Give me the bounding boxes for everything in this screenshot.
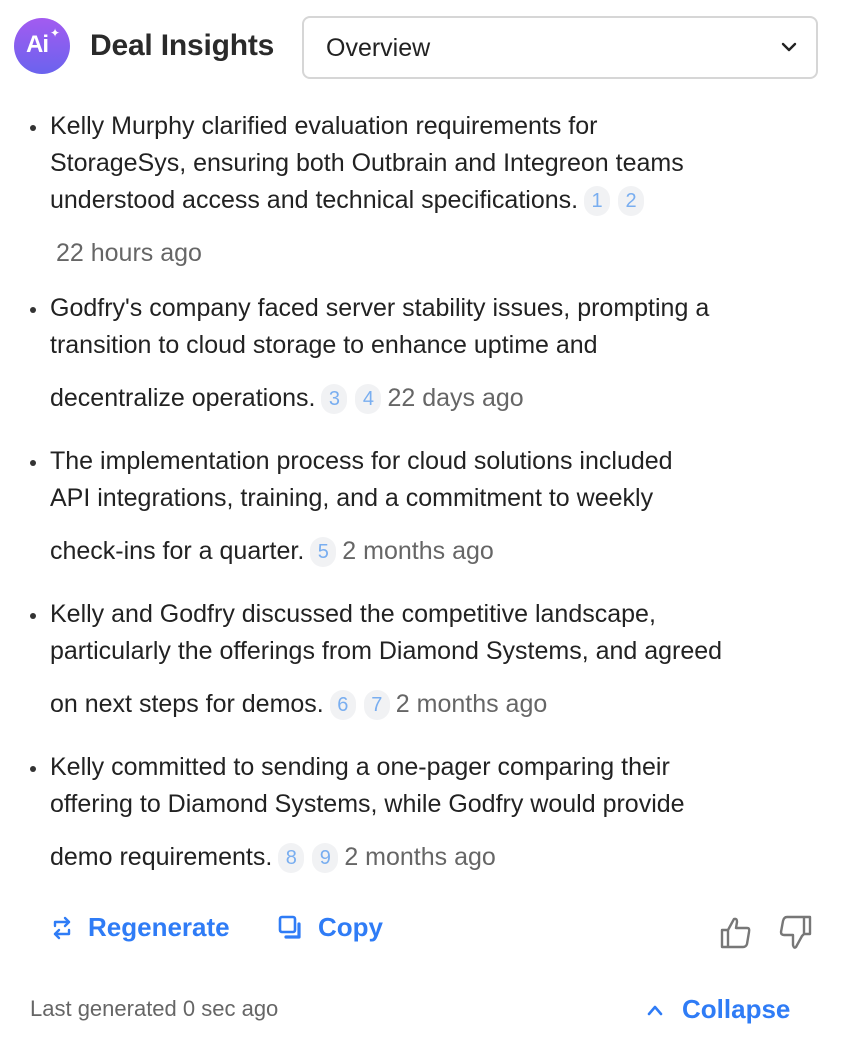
copy-label: Copy: [318, 912, 383, 942]
thumbs-down-icon[interactable]: [778, 914, 814, 950]
insight-timestamp: 2 months ago: [342, 537, 494, 565]
collapse-label: Collapse: [682, 994, 791, 1024]
citation-badge[interactable]: 9: [312, 843, 339, 873]
sparkle-icon: ✦: [50, 26, 61, 40]
chevron-down-icon: [781, 42, 797, 52]
insight-timestamp: 22 hours ago: [56, 239, 202, 267]
chevron-up-icon: [647, 1005, 663, 1015]
regenerate-label: Regenerate: [88, 912, 230, 942]
header: Ai ✦ Deal Insights Overview: [14, 16, 818, 80]
citation-badge[interactable]: 8: [278, 843, 305, 873]
insight-timestamp: 2 months ago: [395, 690, 548, 718]
thumbs-up-icon[interactable]: [718, 914, 754, 950]
insight-text: Kelly committed to sending a one-pager c…: [50, 753, 685, 818]
collapse-button[interactable]: Collapse: [646, 994, 790, 1025]
copy-button[interactable]: Copy: [278, 912, 383, 943]
regenerate-icon: [53, 916, 71, 939]
citation-badge[interactable]: 4: [355, 384, 382, 414]
view-select-value: Overview: [326, 34, 431, 62]
action-bar: Regenerate Copy: [50, 912, 830, 952]
citation-badge[interactable]: 5: [310, 537, 337, 567]
insight-text: on next steps for demos.: [50, 690, 324, 718]
last-generated-text: Last generated 0 sec ago: [30, 996, 279, 1021]
insights-list: Kelly Murphy clarified evaluation requir…: [26, 108, 836, 902]
insight-item: Kelly committed to sending a one-pager c…: [26, 749, 836, 902]
insight-text: The implementation process for cloud sol…: [50, 447, 673, 512]
citation-badge[interactable]: 1: [584, 186, 611, 216]
view-select[interactable]: Overview: [302, 16, 818, 79]
citation-badge[interactable]: 2: [618, 186, 645, 216]
insight-text: Kelly and Godfry discussed the competiti…: [50, 600, 723, 665]
citation-badge[interactable]: 7: [363, 690, 390, 720]
regenerate-button[interactable]: Regenerate: [50, 912, 230, 943]
insight-text: Godfry's company faced server stability …: [50, 294, 710, 359]
insight-item: Kelly Murphy clarified evaluation requir…: [26, 108, 836, 290]
ai-logo-icon: Ai ✦: [14, 18, 70, 74]
copy-icon: [278, 915, 301, 939]
insight-text: check-ins for a quarter.: [50, 537, 305, 565]
insight-item: Kelly and Godfry discussed the competiti…: [26, 596, 836, 749]
citation-badge[interactable]: 6: [329, 690, 356, 720]
citation-badge[interactable]: 3: [321, 384, 348, 414]
logo-text: Ai: [26, 31, 49, 58]
insight-timestamp: 2 months ago: [344, 843, 496, 871]
insight-timestamp: 22 days ago: [387, 384, 524, 412]
insight-text: demo requirements.: [50, 843, 273, 871]
page-title: Deal Insights: [90, 29, 275, 62]
insight-text: decentralize operations.: [50, 384, 316, 412]
insight-item: The implementation process for cloud sol…: [26, 443, 836, 596]
insight-item: Godfry's company faced server stability …: [26, 290, 836, 443]
